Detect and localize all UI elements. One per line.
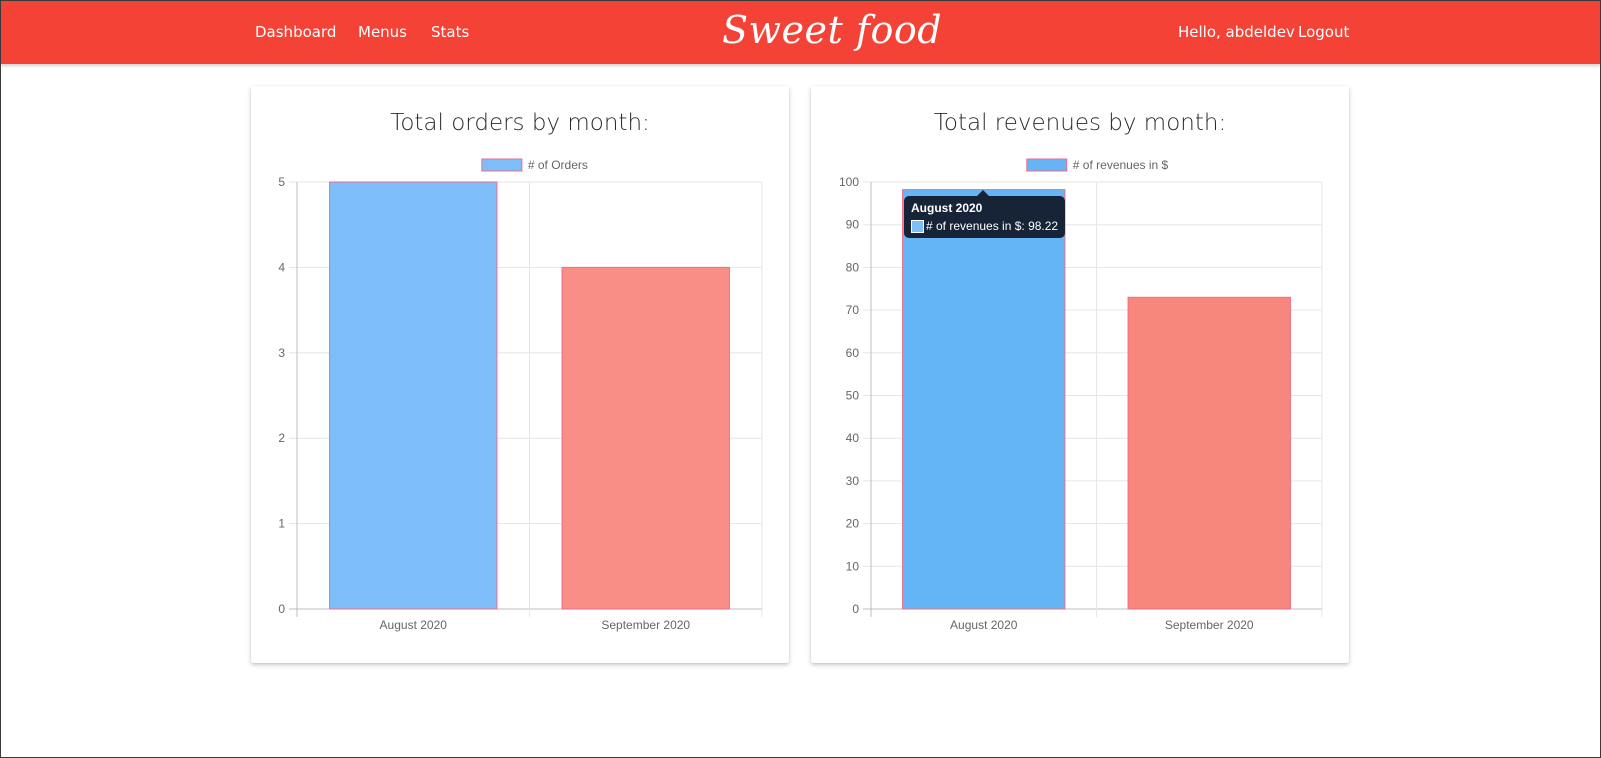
y-tick-label: 70 <box>846 303 860 317</box>
logout-link[interactable]: Logout <box>1298 0 1349 64</box>
nav-stats-link[interactable]: Stats <box>431 0 469 64</box>
legend-swatch[interactable] <box>1026 158 1068 172</box>
user-greeting: Hello, abdeldev <box>1178 23 1295 41</box>
y-tick-label: 40 <box>846 431 860 445</box>
nav-menus-link[interactable]: Menus <box>358 0 407 64</box>
orders-bar-chart[interactable]: # of Orders 0 1 2 3 4 5 August 2020 September 20… <box>251 86 789 663</box>
x-tick-label: September 2020 <box>1165 618 1254 632</box>
orders-chart-card: Total orders by month: # of Orders 0 1 2 3 4 5… <box>251 86 789 663</box>
chart-bar[interactable] <box>1127 296 1291 610</box>
revenues-bar-chart[interactable]: # of revenues in $ 0 10 20 30 40 50 60 70 80 90 100… <box>811 86 1349 663</box>
x-tick-label: August 2020 <box>950 618 1018 632</box>
brand-logo[interactable]: Sweet food <box>722 2 942 58</box>
y-tick-label: 0 <box>852 602 859 616</box>
window-frame <box>0 0 1601 758</box>
x-tick-label: September 2020 <box>601 618 690 632</box>
chart-tooltip: August 2020 # of revenues in $: 98.22 <box>904 196 1066 238</box>
nav-dashboard-link[interactable]: Dashboard <box>255 0 336 64</box>
y-tick-label: 2 <box>278 431 285 445</box>
y-tick-label: 80 <box>846 260 860 274</box>
y-tick-label: 5 <box>278 175 285 189</box>
legend-label[interactable]: # of revenues in $ <box>1073 158 1169 172</box>
legend-swatch[interactable] <box>481 158 523 172</box>
x-tick-label: August 2020 <box>380 618 448 632</box>
chart-bar[interactable] <box>329 181 498 610</box>
y-tick-label: 0 <box>278 602 285 616</box>
y-tick-label: 100 <box>839 175 859 189</box>
y-tick-label: 20 <box>846 517 860 531</box>
tooltip-color-swatch <box>911 219 924 233</box>
y-tick-label: 10 <box>846 559 860 573</box>
tooltip-title: August 2020 <box>911 201 983 215</box>
y-tick-label: 1 <box>278 517 285 531</box>
y-tick-label: 30 <box>846 474 860 488</box>
chart-bar[interactable] <box>561 266 730 610</box>
top-navbar: Dashboard Menus Stats Sweet food Hello, … <box>0 0 1601 64</box>
revenues-chart-card: Total revenues by month: # of revenues i… <box>811 86 1349 663</box>
legend-label[interactable]: # of Orders <box>528 158 588 172</box>
y-tick-label: 3 <box>278 346 285 360</box>
y-tick-label: 90 <box>846 218 860 232</box>
y-tick-label: 4 <box>278 260 285 274</box>
y-tick-label: 60 <box>846 346 860 360</box>
chart-bar[interactable] <box>902 189 1066 610</box>
tooltip-label: # of revenues in $: 98.22 <box>926 219 1059 233</box>
y-tick-label: 50 <box>846 389 860 403</box>
